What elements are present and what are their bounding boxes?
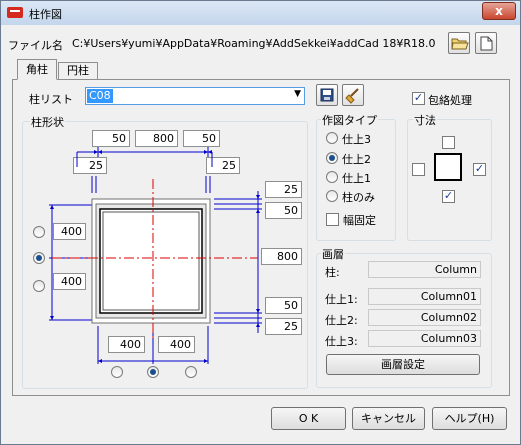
column-list-label: 柱リスト <box>29 93 73 106</box>
align-bottom-right-radio[interactable] <box>185 366 197 378</box>
envelope-label: 包絡処理 <box>428 94 472 107</box>
align-bottom-center-radio[interactable] <box>147 366 159 378</box>
file-label: ファイル名 <box>8 39 63 52</box>
column-drawing <box>49 147 262 364</box>
clear-button[interactable] <box>342 84 364 106</box>
drawing-type-radio-finish2[interactable] <box>326 152 338 164</box>
tab-round-column[interactable]: 円柱 <box>58 62 98 79</box>
chevron-down-icon: ▼ <box>294 89 301 99</box>
tab-square-column[interactable]: 角柱 <box>17 59 57 80</box>
cancel-button[interactable]: キャンセル <box>352 407 425 430</box>
help-button[interactable]: ヘルプ(H) <box>432 407 507 430</box>
document-icon <box>480 36 493 51</box>
drawing-type-radio-finish1[interactable] <box>326 171 338 183</box>
dimension-left-checkbox[interactable] <box>412 163 425 176</box>
open-folder-button[interactable] <box>448 32 470 54</box>
window-title: 柱作図 <box>29 8 62 21</box>
layer-value-column: Column <box>368 261 481 278</box>
layer-value-finish3: Column03 <box>368 330 481 347</box>
drawing-type-radio-column-only[interactable] <box>326 190 338 202</box>
dimension-right-checkbox[interactable]: ✓ <box>473 163 486 176</box>
drawing-type-label: 作図タイプ <box>321 112 378 128</box>
drawing-type-option-column-only: 柱のみ <box>342 191 375 204</box>
fixed-width-label: 幅固定 <box>343 214 376 227</box>
title-bar: 柱作図 x <box>1 1 520 25</box>
layer-row-label-column: 柱: <box>325 266 340 279</box>
dimension-preview-box <box>434 153 462 181</box>
file-path: C:¥Users¥yumi¥AppData¥Roaming¥AddSekkei¥… <box>72 37 435 50</box>
close-button[interactable]: x <box>482 2 516 20</box>
layer-value-finish1: Column01 <box>368 288 481 305</box>
layer-value-finish2: Column02 <box>368 309 481 326</box>
dialog-window: 柱作図 x ファイル名 C:¥Users¥yumi¥AppData¥Roamin… <box>0 0 521 445</box>
folder-icon <box>451 38 469 50</box>
dimension-bottom-checkbox[interactable]: ✓ <box>442 190 455 203</box>
column-list-select[interactable]: C08 ▼ <box>85 87 305 105</box>
layer-settings-button[interactable]: 画層設定 <box>326 354 480 375</box>
column-list-value: C08 <box>87 89 113 103</box>
drawing-type-option-finish2: 仕上2 <box>342 153 371 166</box>
floppy-disk-icon <box>320 88 334 102</box>
layer-row-label-finish2: 仕上2: <box>325 314 358 327</box>
dimensions-label: 寸法 <box>413 112 437 128</box>
save-button[interactable] <box>316 84 338 106</box>
layer-label: 画層 <box>321 246 345 262</box>
align-left-top-radio[interactable] <box>33 226 45 238</box>
broom-icon <box>345 88 359 104</box>
new-file-button[interactable] <box>475 32 497 54</box>
align-bottom-left-radio[interactable] <box>111 366 123 378</box>
layer-row-label-finish3: 仕上3: <box>325 335 358 348</box>
align-left-center-radio[interactable] <box>33 252 45 264</box>
fixed-width-checkbox[interactable] <box>326 213 339 226</box>
drawing-type-option-finish1: 仕上1 <box>342 172 371 185</box>
drawing-type-option-finish3: 仕上3 <box>342 133 371 146</box>
envelope-checkbox[interactable]: ✓ <box>412 92 425 105</box>
layer-row-label-finish1: 仕上1: <box>325 293 358 306</box>
align-left-bottom-radio[interactable] <box>33 280 45 292</box>
dimension-top-checkbox[interactable] <box>442 136 455 149</box>
app-icon <box>7 7 23 18</box>
ok-button[interactable]: O K <box>271 407 346 430</box>
drawing-type-radio-finish3[interactable] <box>326 132 338 144</box>
